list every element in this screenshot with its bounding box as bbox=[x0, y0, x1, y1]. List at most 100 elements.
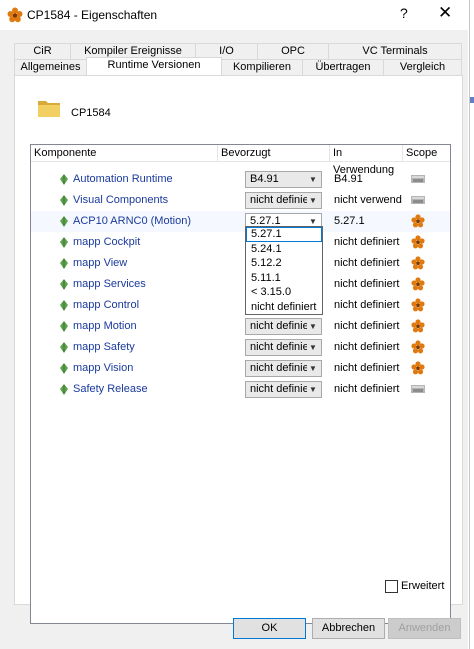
flower-scope-icon bbox=[411, 361, 425, 375]
tab-row-lower: Allgemeines Runtime Versionen Kompiliere… bbox=[14, 57, 462, 75]
dropdown-option[interactable]: 5.27.1 bbox=[246, 227, 322, 242]
in-use-version: nicht definiert bbox=[334, 362, 400, 374]
column-header-in-use[interactable]: In Verwendung bbox=[330, 145, 403, 176]
dropdown-option[interactable]: 5.11.1 bbox=[246, 271, 322, 286]
component-name: mapp Safety bbox=[73, 341, 135, 353]
column-header-component[interactable]: Komponente bbox=[31, 145, 218, 162]
component-leaf-icon bbox=[60, 342, 68, 353]
in-use-version: nicht definiert bbox=[334, 383, 400, 395]
component-leaf-icon bbox=[60, 237, 68, 248]
chevron-down-icon: ▼ bbox=[307, 340, 319, 355]
chevron-down-icon: ▼ bbox=[307, 361, 319, 376]
folder-icon bbox=[38, 101, 60, 117]
table-row[interactable]: mapp View nicht definiert bbox=[31, 253, 450, 274]
component-name: ACP10 ARNC0 (Motion) bbox=[73, 215, 191, 227]
version-dropdown-list: 5.27.1 5.24.1 5.12.2 5.11.1 < 3.15.0 nic… bbox=[245, 226, 323, 315]
component-leaf-icon bbox=[60, 195, 68, 206]
dropdown-option[interactable]: 5.24.1 bbox=[246, 242, 322, 257]
component-leaf-icon bbox=[60, 279, 68, 290]
component-leaf-icon bbox=[60, 216, 68, 227]
in-use-version: nicht definiert bbox=[334, 257, 400, 269]
component-name: mapp Control bbox=[73, 299, 140, 311]
in-use-version: nicht verwendet bbox=[334, 194, 402, 206]
components-grid: Komponente Bevorzugt In Verwendung Scope… bbox=[30, 144, 451, 624]
close-button[interactable]: ✕ bbox=[438, 3, 452, 23]
chevron-down-icon: ▼ bbox=[307, 193, 319, 208]
component-leaf-icon bbox=[60, 363, 68, 374]
app-flower-icon bbox=[7, 7, 23, 23]
advanced-checkbox[interactable] bbox=[385, 580, 398, 593]
component-leaf-icon bbox=[60, 258, 68, 269]
table-row[interactable]: mapp Control nicht definiert bbox=[31, 295, 450, 316]
tab-runtime-versions[interactable]: Runtime Versionen bbox=[86, 57, 222, 75]
table-row[interactable]: mapp Services nicht definiert bbox=[31, 274, 450, 295]
preferred-version-combo[interactable]: B4.91 ▼ bbox=[245, 171, 322, 188]
tab-cir[interactable]: CiR bbox=[14, 43, 71, 59]
tab-row-upper: CiR Kompiler Ereignisse I/O OPC VC Termi… bbox=[14, 43, 462, 59]
column-header-preferred[interactable]: Bevorzugt bbox=[218, 145, 330, 162]
table-row[interactable]: Visual Components nicht definiert ▼ nicht… bbox=[31, 190, 450, 211]
component-name: Safety Release bbox=[73, 383, 148, 395]
flower-scope-icon bbox=[411, 298, 425, 312]
preferred-version-combo[interactable]: nicht definiert ▼ bbox=[245, 381, 322, 398]
chevron-down-icon: ▼ bbox=[307, 172, 319, 187]
preferred-version-combo[interactable]: nicht definiert ▼ bbox=[245, 339, 322, 356]
tab-compile[interactable]: Kompilieren bbox=[221, 59, 303, 75]
tab-compare[interactable]: Vergleich bbox=[383, 59, 462, 75]
preferred-version-combo[interactable]: nicht definiert ▼ bbox=[245, 360, 322, 377]
tab-vc-terminals[interactable]: VC Terminals bbox=[328, 43, 462, 59]
component-name: mapp Cockpit bbox=[73, 236, 141, 248]
combo-value: nicht definiert bbox=[250, 194, 316, 206]
combo-value: nicht definiert bbox=[250, 362, 316, 374]
column-header-scope[interactable]: Scope bbox=[403, 145, 450, 162]
generic-scope-icon bbox=[411, 175, 425, 183]
combo-value: nicht definiert bbox=[250, 320, 316, 332]
ok-button[interactable]: OK bbox=[233, 618, 306, 639]
preferred-version-combo[interactable]: nicht definiert ▼ bbox=[245, 192, 322, 209]
tab-transfer[interactable]: Übertragen bbox=[302, 59, 384, 75]
window-title: CP1584 - Eigenschaften bbox=[27, 8, 158, 22]
combo-value: nicht definiert bbox=[250, 383, 316, 395]
component-leaf-icon bbox=[60, 321, 68, 332]
advanced-label: Erweitert bbox=[401, 580, 445, 592]
component-name: Automation Runtime bbox=[73, 173, 173, 185]
edge-marker bbox=[470, 97, 474, 103]
flower-scope-icon bbox=[411, 319, 425, 333]
in-use-version: B4.91 bbox=[334, 173, 363, 185]
in-use-version: nicht definiert bbox=[334, 299, 400, 311]
table-row[interactable]: mapp Cockpit nicht definiert bbox=[31, 232, 450, 253]
table-row[interactable]: ACP10 ARNC0 (Motion) 5.27.1 ▼ 5.27.1 bbox=[31, 211, 450, 232]
component-leaf-icon bbox=[60, 174, 68, 185]
component-name: mapp Services bbox=[73, 278, 146, 290]
table-row[interactable]: mapp Vision nicht definiert ▼ nicht defin… bbox=[31, 358, 450, 379]
chevron-down-icon: ▼ bbox=[307, 382, 319, 397]
table-row[interactable]: Automation Runtime B4.91 ▼ B4.91 bbox=[31, 169, 450, 190]
dropdown-option[interactable]: < 3.15.0 bbox=[246, 285, 322, 300]
cancel-button[interactable]: Abbrechen bbox=[312, 618, 385, 639]
component-name: Visual Components bbox=[73, 194, 169, 206]
flower-scope-icon bbox=[411, 277, 425, 291]
properties-dialog: CP1584 - Eigenschaften ? ✕ CiR Kompiler … bbox=[0, 0, 469, 649]
chevron-down-icon: ▼ bbox=[307, 319, 319, 334]
help-button[interactable]: ? bbox=[400, 5, 408, 21]
component-leaf-icon bbox=[60, 300, 68, 311]
component-name: mapp View bbox=[73, 257, 128, 269]
combo-value: nicht definiert bbox=[250, 341, 316, 353]
component-name: mapp Vision bbox=[73, 362, 134, 374]
device-name: CP1584 bbox=[71, 107, 111, 119]
dropdown-option[interactable]: nicht definiert bbox=[246, 300, 322, 315]
flower-scope-icon bbox=[411, 214, 425, 228]
preferred-version-combo[interactable]: nicht definiert ▼ bbox=[245, 318, 322, 335]
table-row[interactable]: mapp Motion nicht definiert ▼ nicht defin… bbox=[31, 316, 450, 337]
in-use-version: nicht definiert bbox=[334, 320, 400, 332]
dropdown-option[interactable]: 5.12.2 bbox=[246, 256, 322, 271]
component-name: mapp Motion bbox=[73, 320, 137, 332]
table-row[interactable]: Safety Release nicht definiert ▼ nicht de… bbox=[31, 379, 450, 400]
tab-general[interactable]: Allgemeines bbox=[14, 59, 87, 75]
tab-opc[interactable]: OPC bbox=[257, 43, 329, 59]
table-row[interactable]: mapp Safety nicht definiert ▼ nicht defin… bbox=[31, 337, 450, 358]
generic-scope-icon bbox=[411, 385, 425, 393]
apply-button[interactable]: Anwenden bbox=[388, 618, 461, 639]
flower-scope-icon bbox=[411, 340, 425, 354]
in-use-version: 5.27.1 bbox=[334, 215, 365, 227]
